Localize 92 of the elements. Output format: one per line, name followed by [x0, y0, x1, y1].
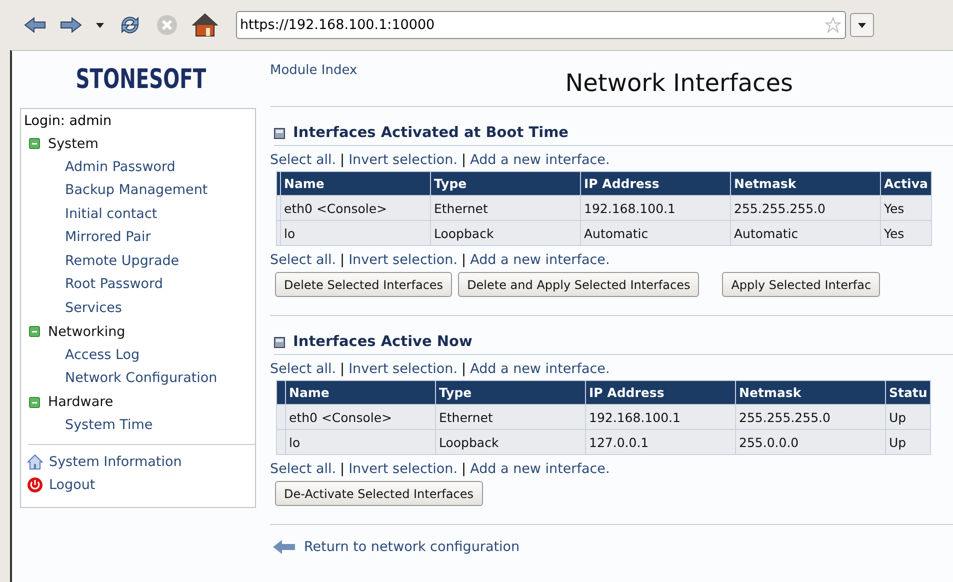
action-button[interactable]: De-Activate Selected Interfaces	[275, 481, 482, 506]
info-link[interactable]: System Information	[21, 450, 255, 474]
sidebar-link[interactable]: Initial contact	[21, 202, 255, 226]
column-header: Netmask	[730, 172, 880, 196]
action-button[interactable]: Apply Selected Interfac	[722, 272, 880, 297]
power-icon	[27, 477, 43, 493]
column-header: Name	[280, 172, 430, 196]
link-separator: |	[462, 252, 466, 268]
table-cell: Automatic	[730, 220, 880, 246]
table-cell: Up	[886, 430, 931, 454]
table-cell: Loopback	[430, 220, 580, 246]
expanded-icon[interactable]	[29, 396, 40, 408]
sidebar-link[interactable]: Backup Management	[21, 179, 255, 202]
history-dropdown-button[interactable]	[850, 13, 874, 37]
column-header: Statu	[886, 380, 931, 404]
table-cell: Ethernet	[436, 404, 586, 430]
table-cell: 192.168.100.1	[580, 196, 730, 220]
table-cell: lo	[280, 220, 430, 246]
column-header: Type	[430, 172, 580, 196]
sidebar-link[interactable]: Remote Upgrade	[21, 250, 255, 273]
table-cell: 255.255.255.0	[730, 196, 880, 220]
table-cell: eth0 <Console>	[280, 196, 430, 220]
sidebar-link[interactable]: Root Password	[21, 273, 255, 296]
action-link[interactable]: Select all.	[270, 461, 336, 477]
return-link[interactable]: Return to network configuration	[272, 539, 953, 555]
link-separator: |	[340, 361, 345, 377]
column-header: IP Address	[580, 172, 730, 196]
action-link[interactable]: Invert selection.	[348, 252, 458, 268]
module-index-link[interactable]: Module Index	[270, 63, 358, 78]
star-icon[interactable]	[825, 17, 841, 33]
left-arrow-icon	[272, 539, 296, 555]
link-separator: |	[462, 361, 466, 377]
action-link[interactable]: Select all.	[270, 152, 336, 168]
home-icon[interactable]	[192, 13, 218, 37]
group-label[interactable]: Hardware	[48, 394, 114, 410]
action-link[interactable]: Add a new interface.	[470, 461, 610, 477]
link-separator: |	[462, 461, 466, 477]
table-cell: lo	[286, 430, 436, 454]
table-cell: Loopback	[436, 430, 586, 454]
table-cell: 192.168.100.1	[586, 404, 736, 430]
sidebar-link[interactable]: Network Configuration	[21, 367, 255, 390]
action-button[interactable]: Delete Selected Interfaces	[275, 272, 452, 297]
logout-link[interactable]: Logout	[21, 474, 255, 496]
address-field[interactable]: https://192.168.100.1:10000	[236, 11, 846, 39]
table-cell: 127.0.0.1	[586, 430, 736, 454]
action-link[interactable]: Add a new interface.	[470, 152, 610, 168]
sidebar-link[interactable]: Admin Password	[21, 156, 255, 179]
table-cell: Yes	[880, 220, 932, 246]
table-cell: eth0 <Console>	[286, 404, 436, 430]
sidebar-link[interactable]: Mirrored Pair	[21, 226, 255, 250]
action-link[interactable]: Select all.	[270, 252, 336, 268]
link-separator: |	[340, 461, 345, 477]
section-icon	[274, 128, 285, 138]
column-header: Type	[436, 380, 586, 404]
group-label[interactable]: Networking	[48, 324, 126, 340]
table-cell: Yes	[880, 196, 932, 220]
sidebar-link[interactable]: System Time	[21, 414, 255, 438]
caret-icon	[858, 22, 866, 28]
table-cell: Automatic	[580, 220, 730, 246]
section-icon	[274, 336, 285, 348]
column-header: Name	[286, 380, 436, 404]
table-cell: Ethernet	[430, 196, 580, 220]
forward-arrow-icon[interactable]	[60, 17, 82, 33]
login-label: Login: admin	[24, 112, 113, 131]
table-cell: Up	[886, 404, 931, 430]
expanded-icon[interactable]	[29, 326, 40, 338]
section-title: Interfaces Activated at Boot Time	[293, 125, 569, 141]
back-arrow-icon[interactable]	[24, 17, 46, 33]
action-button[interactable]: Delete and Apply Selected Interfaces	[458, 272, 700, 297]
column-header: Activa	[880, 172, 932, 196]
link-separator: |	[340, 152, 345, 168]
table-cell: 255.255.255.0	[736, 404, 886, 430]
link-separator: |	[462, 152, 466, 168]
page-title: Network Interfaces	[565, 69, 793, 97]
column-header: IP Address	[586, 380, 736, 404]
column-header: Netmask	[736, 380, 886, 404]
action-link[interactable]: Invert selection.	[348, 461, 458, 477]
action-link[interactable]: Add a new interface.	[470, 252, 610, 268]
expanded-icon[interactable]	[29, 138, 40, 150]
brand-logo: STONESOFT	[74, 63, 208, 97]
house-icon	[27, 454, 43, 470]
link-separator: |	[340, 252, 345, 268]
section-title: Interfaces Active Now	[293, 334, 472, 350]
caret-icon[interactable]	[96, 22, 104, 28]
action-link[interactable]: Invert selection.	[348, 152, 458, 168]
action-link[interactable]: Add a new interface.	[470, 361, 610, 377]
action-link[interactable]: Select all.	[270, 361, 336, 377]
action-link[interactable]: Invert selection.	[348, 361, 458, 377]
table-cell: 255.0.0.0	[736, 430, 886, 454]
sidebar-link[interactable]: Services	[21, 296, 255, 320]
sidebar-link[interactable]: Access Log	[21, 344, 255, 367]
group-label[interactable]: System	[48, 136, 98, 152]
